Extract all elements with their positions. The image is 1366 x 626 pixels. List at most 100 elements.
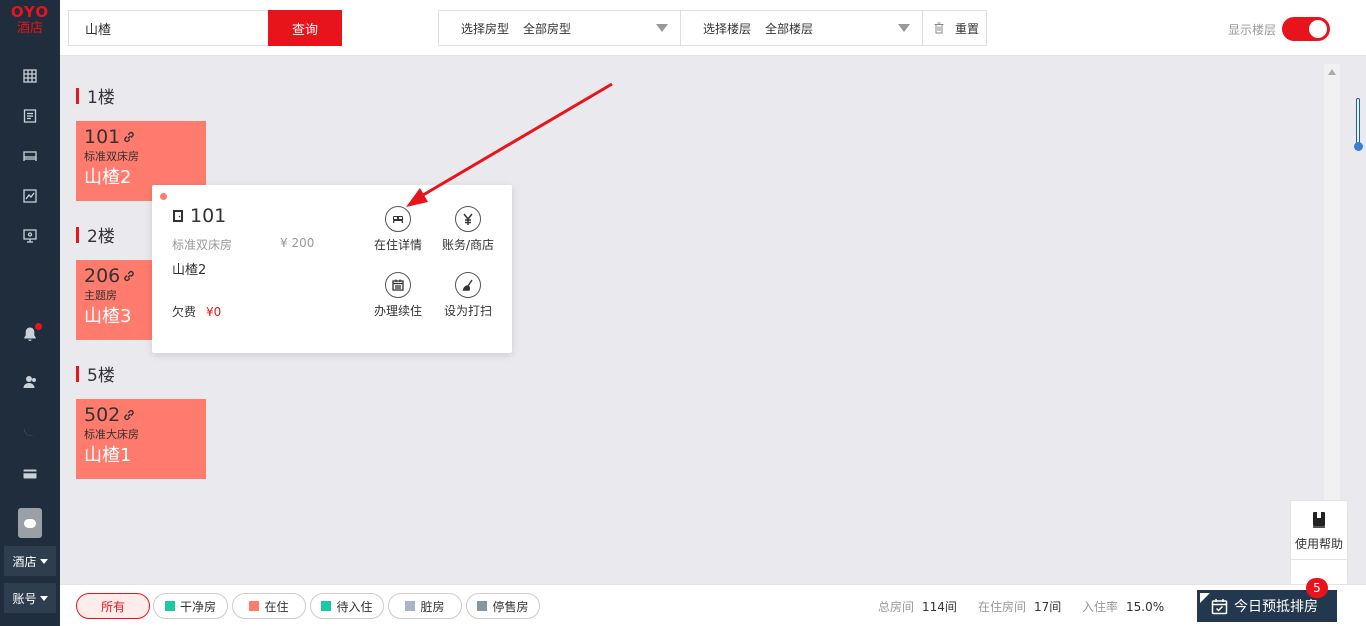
status-swatch xyxy=(477,601,488,611)
scroll-up-icon[interactable] xyxy=(1328,69,1336,75)
status-dot xyxy=(160,193,167,200)
calendar-icon xyxy=(385,272,411,298)
reset-label: 重置 xyxy=(955,21,980,36)
filter-chip-out-of-service[interactable]: 停售房 xyxy=(466,593,540,619)
floor-select[interactable]: 选择楼层 全部楼层 xyxy=(681,11,923,45)
bell-icon[interactable] xyxy=(18,322,42,346)
broom-icon xyxy=(455,272,481,298)
stay-details-button[interactable]: 在住详情 xyxy=(363,206,433,253)
notification-dot xyxy=(35,323,42,330)
room-type-value: 全部房型 xyxy=(523,21,572,36)
sidebar: OYO 酒店 酒店 账号 xyxy=(0,0,60,626)
mark-clean-button[interactable]: 设为打扫 xyxy=(433,272,503,319)
billing-shop-label: 账务/商店 xyxy=(441,238,495,252)
monitor-icon[interactable] xyxy=(18,224,42,248)
owe-amount: ¥0 xyxy=(206,305,222,319)
status-swatch xyxy=(405,601,416,611)
help-button[interactable]: 使用帮助 xyxy=(1290,500,1348,560)
top-bar: 山楂 查询 选择房型 全部房型 选择楼层 全部楼层 重置 显示楼层 xyxy=(60,0,1366,56)
search-input[interactable]: 山楂 xyxy=(68,10,268,46)
popup-room-number: 101 xyxy=(190,205,227,227)
extend-stay-button[interactable]: 办理续住 xyxy=(363,272,433,319)
reset-button[interactable]: 重置 xyxy=(923,11,979,45)
filter-chip-label: 在住 xyxy=(264,599,289,614)
floor-title-label: 2楼 xyxy=(87,227,115,247)
link-icon xyxy=(124,131,135,143)
hotel-dropdown[interactable]: 酒店 xyxy=(4,546,56,576)
calendar-check-icon xyxy=(1211,598,1228,614)
filter-chip-label: 脏房 xyxy=(420,599,445,614)
bed-icon xyxy=(385,206,411,232)
chevron-down-icon xyxy=(898,24,910,32)
floor-title-1: 1楼 xyxy=(76,83,115,108)
account-dropdown[interactable]: 账号 xyxy=(4,583,56,613)
room-number: 206 xyxy=(84,265,121,287)
floor-label: 选择楼层 xyxy=(703,21,752,36)
logo[interactable]: OYO 酒店 xyxy=(0,4,60,38)
chat-icon[interactable] xyxy=(18,508,42,538)
billing-shop-button[interactable]: 账务/商店 xyxy=(433,206,503,253)
room-number: 101 xyxy=(84,126,121,148)
users-icon[interactable] xyxy=(18,370,42,394)
room-type: 标准双床房 xyxy=(84,150,139,163)
filter-chip-occupied[interactable]: 在住 xyxy=(232,593,306,619)
chart-icon[interactable] xyxy=(18,184,42,208)
list-icon[interactable] xyxy=(18,104,42,128)
status-swatch xyxy=(321,601,332,611)
show-floor-toggle-group: 显示楼层 xyxy=(1228,17,1331,41)
bottom-bar: 所有 干净房 在住 待入住 脏房 停售房 总房间 114间 在住房间 17间 入住率… xyxy=(60,578,1366,626)
floor-title-5: 5楼 xyxy=(76,361,115,386)
guest-name: 山楂1 xyxy=(84,445,132,466)
bed-icon[interactable] xyxy=(18,144,42,168)
show-floor-label: 显示楼层 xyxy=(1228,22,1277,37)
stat-value: 17间 xyxy=(1034,600,1062,614)
filter-chip-pending[interactable]: 待入住 xyxy=(310,593,384,619)
link-icon xyxy=(124,270,135,282)
room-type-label: 选择房型 xyxy=(461,21,510,36)
room-type-select[interactable]: 选择房型 全部房型 xyxy=(439,11,681,45)
stat-label: 在住房间 xyxy=(978,600,1027,614)
card-icon[interactable] xyxy=(18,462,42,486)
account-dropdown-label: 账号 xyxy=(12,591,37,606)
floor-title-label: 5楼 xyxy=(87,366,115,386)
floor-title-label: 1楼 xyxy=(87,88,115,108)
filter-chip-label: 干净房 xyxy=(179,599,216,614)
stat-total-rooms: 总房间 114间 xyxy=(878,598,957,615)
popup-room-type: 标准双床房 xyxy=(172,238,233,252)
today-arrivals-label: 今日预抵排房 xyxy=(1234,599,1318,615)
floor-title-2: 2楼 xyxy=(76,222,115,247)
show-floor-toggle[interactable] xyxy=(1282,17,1331,41)
chevron-down-icon xyxy=(39,558,48,564)
room-number: 502 xyxy=(84,404,121,426)
chevron-down-icon xyxy=(39,595,48,601)
floor-value: 全部楼层 xyxy=(765,21,814,36)
filter-chip-label: 待入住 xyxy=(336,599,373,614)
filter-chip-dirty[interactable]: 脏房 xyxy=(388,593,462,619)
mark-clean-label: 设为打扫 xyxy=(443,304,492,318)
door-icon xyxy=(173,210,183,222)
filter-chip-label: 停售房 xyxy=(492,599,529,614)
book-icon xyxy=(1313,512,1325,528)
room-type: 标准大床房 xyxy=(84,428,139,441)
stat-occupancy-rate: 入住率 15.0% xyxy=(1082,598,1164,615)
yen-icon xyxy=(455,206,481,232)
filter-chip-all[interactable]: 所有 xyxy=(76,593,150,619)
room-card-502[interactable]: 502 标准大床房 山楂1 xyxy=(76,399,206,479)
stay-details-label: 在住详情 xyxy=(373,238,422,252)
moon-icon[interactable] xyxy=(18,418,42,442)
stat-occupied-rooms: 在住房间 17间 xyxy=(978,598,1061,615)
owe-label: 欠费 xyxy=(172,305,197,319)
search-button[interactable]: 查询 xyxy=(268,10,342,46)
popup-owe: 欠费 ¥0 xyxy=(172,303,221,320)
filter-chip-label: 所有 xyxy=(100,599,125,614)
filter-group: 选择房型 全部房型 选择楼层 全部楼层 重置 xyxy=(438,10,987,46)
popup-room-price: ¥ 200 xyxy=(280,236,315,250)
filter-chip-clean[interactable]: 干净房 xyxy=(153,593,228,619)
extend-stay-label: 办理续住 xyxy=(373,304,422,318)
status-swatch xyxy=(249,601,260,611)
grid-icon[interactable] xyxy=(18,64,42,88)
stat-value: 114间 xyxy=(922,600,957,614)
popup-guest-name: 山楂2 xyxy=(172,263,207,278)
stat-label: 总房间 xyxy=(878,600,915,614)
link-icon xyxy=(124,409,135,421)
